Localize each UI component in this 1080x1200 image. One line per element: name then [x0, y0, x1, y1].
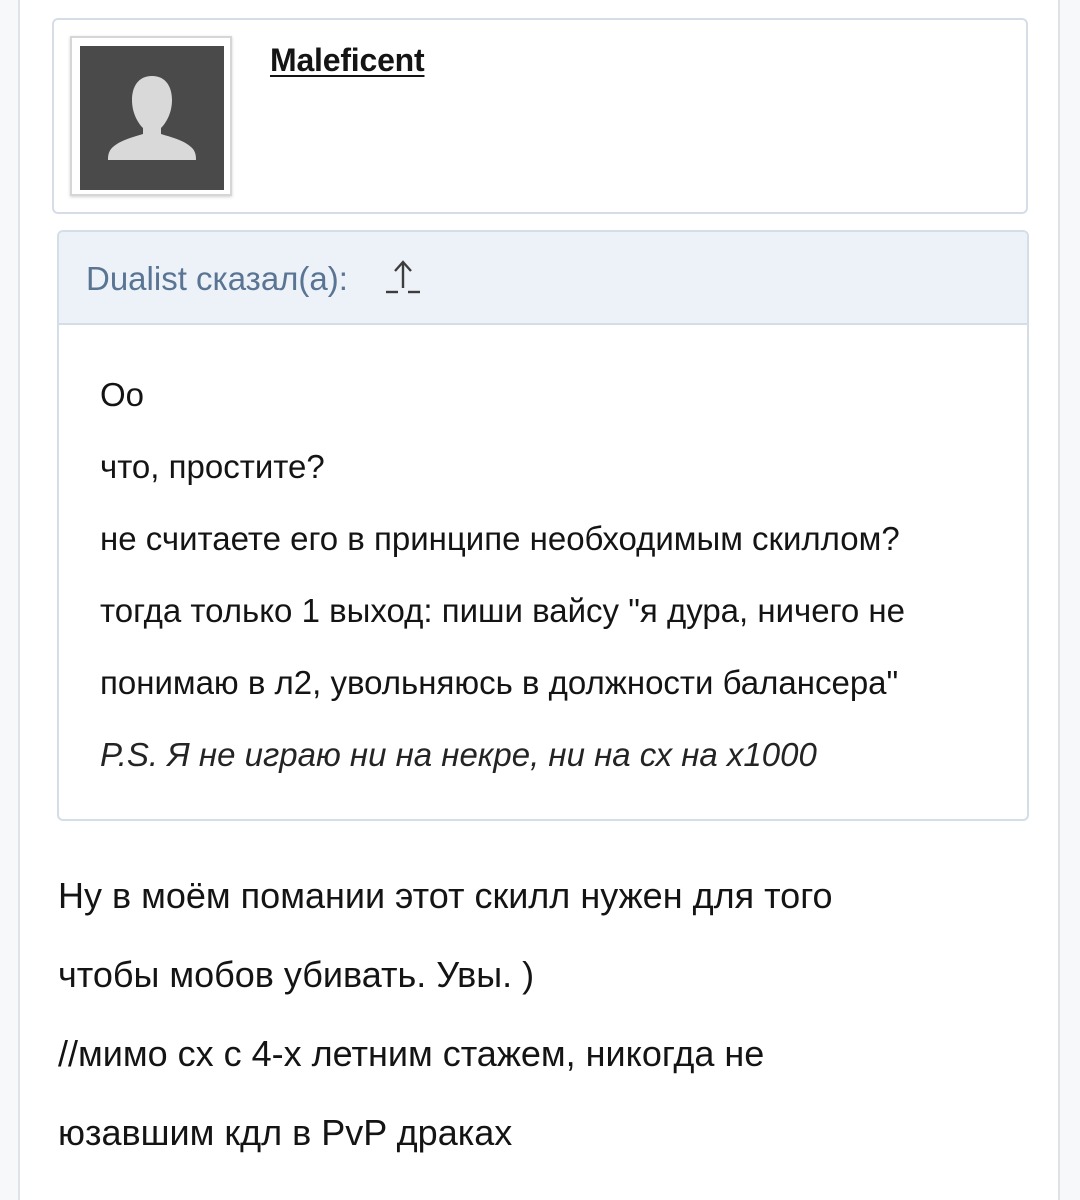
quote-header: Dualist сказал(а):: [59, 232, 1027, 325]
quote-block: Dualist сказал(а): Оо что, простите? не …: [57, 230, 1029, 821]
avatar[interactable]: [80, 46, 224, 190]
quote-text-line: понимаю в л2, увольняюсь в должности бал…: [100, 664, 899, 701]
reply-text-line: Ну в моём помании этот скилл нужен для т…: [58, 875, 833, 916]
author-username-link[interactable]: Maleficent: [270, 42, 425, 79]
quote-text-line: что, простите?: [100, 448, 325, 485]
quote-author-label[interactable]: Dualist сказал(а):: [86, 260, 348, 298]
quote-ps-line: P.S. Я не играю ни на некре, ни на сх на…: [100, 736, 817, 773]
quote-text-line: тогда только 1 выход: пиши вайсу "я дура…: [100, 592, 905, 629]
default-user-silhouette-icon: [108, 76, 196, 160]
author-card: Maleficent: [52, 18, 1028, 214]
avatar-frame[interactable]: [70, 36, 232, 196]
jump-to-quoted-post-link[interactable]: [384, 256, 422, 296]
reply-text-line: чтобы мобов убивать. Увы. ): [58, 954, 535, 995]
reply-text-line: юзавшим кдл в PvP драках: [58, 1112, 513, 1153]
quote-text-line: не считаете его в принципе необходимым с…: [100, 520, 900, 557]
reply-text-line: //мимо сх с 4-х летним стажем, никогда н…: [58, 1033, 765, 1074]
quote-text-line: Оо: [100, 376, 145, 413]
arrow-up-icon: [386, 260, 420, 294]
